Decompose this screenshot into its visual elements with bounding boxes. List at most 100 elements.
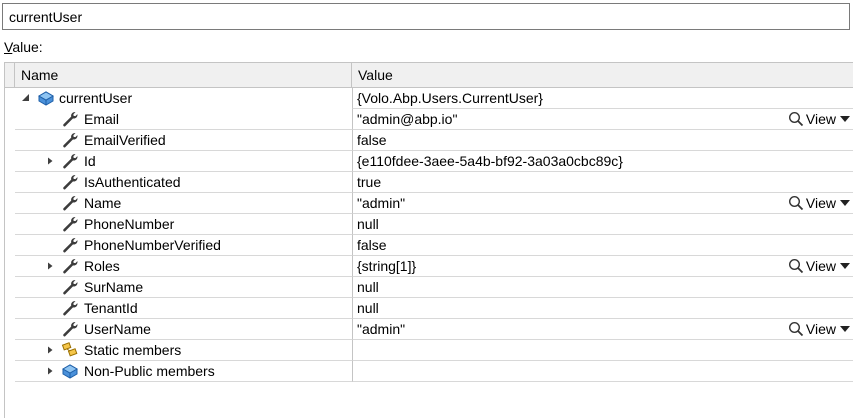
- static-members-icon: [61, 342, 78, 357]
- view-button-label: View: [805, 321, 836, 337]
- name-cell: Roles: [15, 256, 352, 277]
- wrench-property-icon: [63, 175, 78, 190]
- tree-row[interactable]: Name "admin" View: [5, 193, 853, 214]
- value-cell[interactable]: "admin@abp.io" View: [352, 109, 853, 130]
- tree-row-name: Email: [84, 111, 120, 127]
- tree-row[interactable]: TenantId null: [5, 298, 853, 319]
- name-cell: PhoneNumber: [15, 214, 352, 235]
- value-cell[interactable]: "admin" View: [352, 319, 853, 340]
- tree-row-name: UserName: [84, 321, 151, 337]
- value-cell[interactable]: false: [352, 130, 853, 151]
- dropdown-caret-icon: [840, 116, 850, 122]
- value-cell[interactable]: "admin" View: [352, 193, 853, 214]
- value-cell[interactable]: null: [352, 214, 853, 235]
- value-label-text: alue:: [12, 39, 43, 55]
- expand-arrow-icon[interactable]: [45, 156, 55, 166]
- expand-arrow-icon[interactable]: [45, 345, 55, 355]
- name-cell: IsAuthenticated: [15, 172, 352, 193]
- tree-row[interactable]: Roles {string[1]} View: [5, 256, 853, 277]
- tree-row-name: Roles: [84, 258, 120, 274]
- tree-row[interactable]: Email "admin@abp.io" View: [5, 109, 853, 130]
- tree-row[interactable]: SurName null: [5, 277, 853, 298]
- name-cell: currentUser: [15, 88, 352, 109]
- tree-row-name: currentUser: [59, 90, 133, 106]
- wrench-property-icon: [63, 154, 78, 169]
- name-cell: Name: [15, 193, 352, 214]
- tree-row-name: Name: [84, 195, 122, 211]
- wrench-property-icon: [63, 322, 78, 337]
- tree-row[interactable]: Id {e110fdee-3aee-5a4b-bf92-3a03a0cbc89c}: [5, 151, 853, 172]
- name-cell: UserName: [15, 319, 352, 340]
- tree-row-name: Id: [84, 153, 96, 169]
- magnifier-icon: [788, 258, 804, 274]
- value-cell[interactable]: [352, 361, 853, 382]
- view-button-label: View: [805, 111, 836, 127]
- value-cell[interactable]: true: [352, 172, 853, 193]
- magnifier-icon: [788, 321, 804, 337]
- view-visualizer-button[interactable]: View: [788, 193, 852, 213]
- tree-row[interactable]: PhoneNumber null: [5, 214, 853, 235]
- value-text: "admin": [357, 321, 406, 337]
- tree-row-name: Non-Public members: [84, 363, 215, 379]
- dropdown-caret-icon: [840, 326, 850, 332]
- view-button-label: View: [805, 258, 836, 274]
- value-text: false: [357, 132, 387, 148]
- tree-row[interactable]: Non-Public members: [5, 361, 853, 382]
- magnifier-icon: [788, 195, 804, 211]
- tree-row-name: SurName: [84, 279, 144, 295]
- value-cell[interactable]: null: [352, 298, 853, 319]
- value-text: null: [357, 216, 379, 232]
- value-cell[interactable]: {e110fdee-3aee-5a4b-bf92-3a03a0cbc89c}: [352, 151, 853, 172]
- header-row-handle: [5, 63, 15, 87]
- tree-row[interactable]: IsAuthenticated true: [5, 172, 853, 193]
- class-object-icon: [37, 91, 55, 106]
- column-header-value[interactable]: Value: [352, 63, 853, 87]
- wrench-property-icon: [63, 301, 78, 316]
- value-cell[interactable]: null: [352, 277, 853, 298]
- value-cell[interactable]: {Volo.Abp.Users.CurrentUser}: [352, 88, 853, 109]
- column-header-name[interactable]: Name: [15, 63, 352, 87]
- tree-row-name: TenantId: [84, 300, 138, 316]
- value-cell[interactable]: [352, 340, 853, 361]
- name-cell: Id: [15, 151, 352, 172]
- tree-row-name: EmailVerified: [84, 132, 166, 148]
- view-button-label: View: [805, 195, 836, 211]
- expand-arrow-icon[interactable]: [45, 366, 55, 376]
- name-cell: Static members: [15, 340, 352, 361]
- tree-row-name: PhoneNumber: [84, 216, 175, 232]
- name-cell: TenantId: [15, 298, 352, 319]
- wrench-property-icon: [63, 217, 78, 232]
- tree-row[interactable]: PhoneNumberVerified false: [5, 235, 853, 256]
- tree-row-name: Static members: [84, 342, 182, 358]
- value-text: false: [357, 237, 387, 253]
- wrench-property-icon: [63, 196, 78, 211]
- value-text: {string[1]}: [357, 258, 417, 274]
- wrench-property-icon: [63, 238, 78, 253]
- value-cell[interactable]: {string[1]} View: [352, 256, 853, 277]
- tree-row[interactable]: Static members: [5, 340, 853, 361]
- dropdown-caret-icon: [840, 200, 850, 206]
- tree-row-name: PhoneNumberVerified: [84, 237, 221, 253]
- watch-grid: Name Value currentUser {Volo.Abp.Users.C…: [4, 62, 853, 418]
- dropdown-caret-icon: [840, 263, 850, 269]
- name-cell: Non-Public members: [15, 361, 352, 382]
- value-label: Value:: [4, 39, 43, 55]
- value-text: "admin@abp.io": [357, 111, 458, 127]
- expand-arrow-icon[interactable]: [45, 261, 55, 271]
- wrench-property-icon: [63, 133, 78, 148]
- value-cell[interactable]: false: [352, 235, 853, 256]
- wrench-property-icon: [63, 259, 78, 274]
- view-visualizer-button[interactable]: View: [788, 109, 852, 129]
- value-text: true: [357, 174, 382, 190]
- value-text: {e110fdee-3aee-5a4b-bf92-3a03a0cbc89c}: [357, 153, 623, 169]
- tree-row-current-user[interactable]: currentUser {Volo.Abp.Users.CurrentUser}: [5, 88, 853, 109]
- non-public-members-icon: [61, 364, 79, 379]
- view-visualizer-button[interactable]: View: [788, 256, 852, 276]
- tree-row[interactable]: EmailVerified false: [5, 130, 853, 151]
- name-cell: EmailVerified: [15, 130, 352, 151]
- collapse-arrow-icon[interactable]: [21, 93, 31, 103]
- tree-row[interactable]: UserName "admin" View: [5, 319, 853, 340]
- wrench-property-icon: [63, 112, 78, 127]
- view-visualizer-button[interactable]: View: [788, 319, 852, 339]
- expression-input[interactable]: [2, 3, 850, 30]
